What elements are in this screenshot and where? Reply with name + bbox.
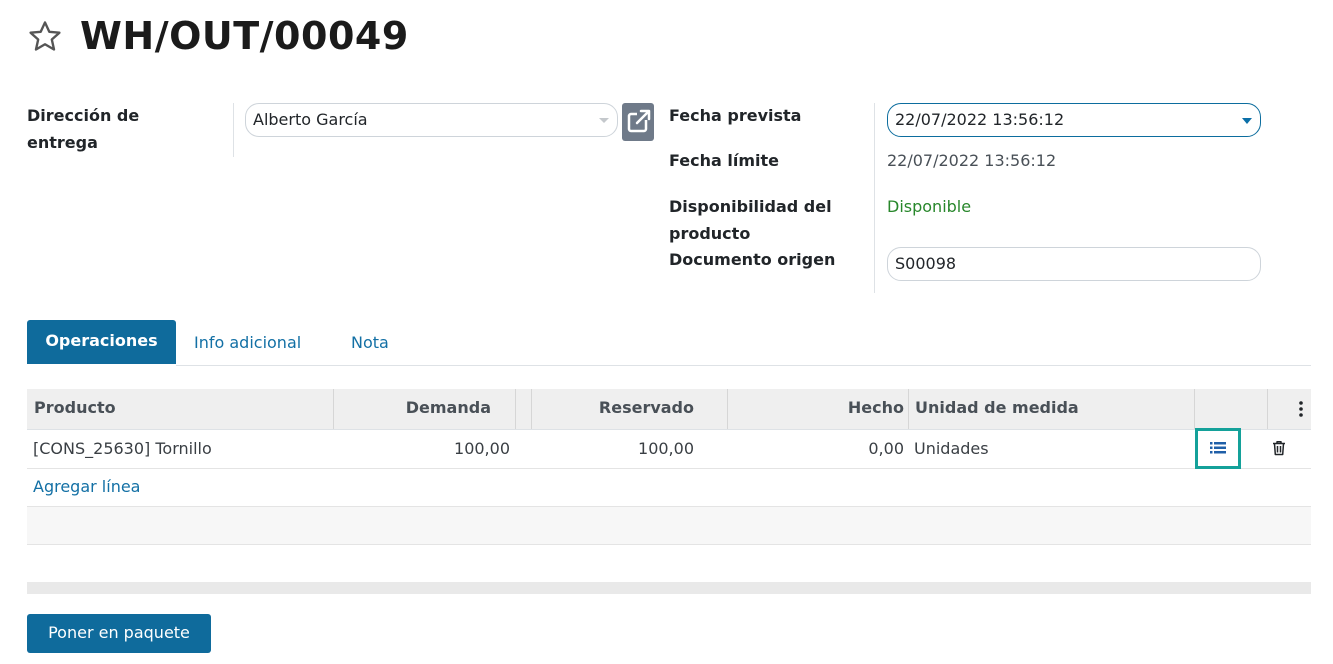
empty-row xyxy=(27,507,1311,545)
scheduled-date-value: 22/07/2022 13:56:12 xyxy=(895,110,1065,129)
column-header-uom[interactable]: Unidad de medida xyxy=(915,389,1079,429)
table-row[interactable]: [CONS_25630] Tornillo 100,00 100,00 0,00… xyxy=(27,430,1311,469)
column-header-product[interactable]: Producto xyxy=(34,389,116,429)
list-icon xyxy=(1210,442,1226,454)
record-title: WH/OUT/00049 xyxy=(80,14,409,58)
scheduled-date-label: Fecha prevista xyxy=(669,106,802,125)
dropdown-caret-icon xyxy=(1242,118,1252,124)
column-header-demand[interactable]: Demanda xyxy=(333,389,491,429)
deadline-label: Fecha límite xyxy=(669,151,779,170)
external-link-icon xyxy=(627,109,651,133)
availability-value: Disponible xyxy=(887,197,972,216)
column-separator xyxy=(908,389,909,429)
table-header: Producto Demanda Reservado Hecho Unidad … xyxy=(27,389,1311,430)
column-separator xyxy=(515,389,516,429)
column-header-reserved[interactable]: Reservado xyxy=(531,389,694,429)
cell-product[interactable]: [CONS_25630] Tornillo xyxy=(33,430,212,468)
field-divider xyxy=(233,103,234,157)
tabs-divider xyxy=(176,365,1311,366)
delivery-address-label-line1: Dirección de xyxy=(27,106,140,125)
field-divider xyxy=(874,103,875,293)
tab-operations[interactable]: Operaciones xyxy=(27,320,176,364)
add-line-row: Agregar línea xyxy=(27,469,1311,507)
cell-uom[interactable]: Unidades xyxy=(914,430,989,468)
scheduled-date-input[interactable]: 22/07/2022 13:56:12 xyxy=(887,103,1261,137)
source-document-value: S00098 xyxy=(895,254,957,273)
source-document-input[interactable]: S00098 xyxy=(887,247,1261,281)
column-separator xyxy=(1194,389,1195,429)
delivery-address-label-line2: entrega xyxy=(27,133,98,152)
dropdown-caret-icon xyxy=(599,118,609,123)
horizontal-scrollbar[interactable] xyxy=(27,582,1311,594)
cell-demand[interactable]: 100,00 xyxy=(333,430,510,468)
column-header-done[interactable]: Hecho xyxy=(727,389,904,429)
optional-columns-kebab-icon[interactable] xyxy=(1296,400,1306,418)
delivery-address-value: Alberto García xyxy=(253,110,368,129)
column-separator xyxy=(1267,389,1268,429)
availability-label-line1: Disponibilidad del xyxy=(669,197,832,216)
favorite-star-icon[interactable] xyxy=(26,18,64,56)
source-document-label: Documento origen xyxy=(669,250,836,269)
tab-note[interactable]: Nota xyxy=(351,330,389,356)
put-in-pack-button[interactable]: Poner en paquete xyxy=(27,614,211,653)
cell-done[interactable]: 0,00 xyxy=(727,430,904,468)
cell-reserved[interactable]: 100,00 xyxy=(531,430,694,468)
deadline-value: 22/07/2022 13:56:12 xyxy=(887,151,1057,170)
delivery-address-select[interactable]: Alberto García xyxy=(245,103,618,137)
availability-label-line2: producto xyxy=(669,224,751,243)
tab-additional-info[interactable]: Info adicional xyxy=(194,330,301,356)
trash-icon[interactable] xyxy=(1270,439,1288,457)
add-line-link[interactable]: Agregar línea xyxy=(33,469,140,505)
external-link-button[interactable] xyxy=(622,103,654,141)
detailed-operations-button[interactable] xyxy=(1195,428,1241,469)
